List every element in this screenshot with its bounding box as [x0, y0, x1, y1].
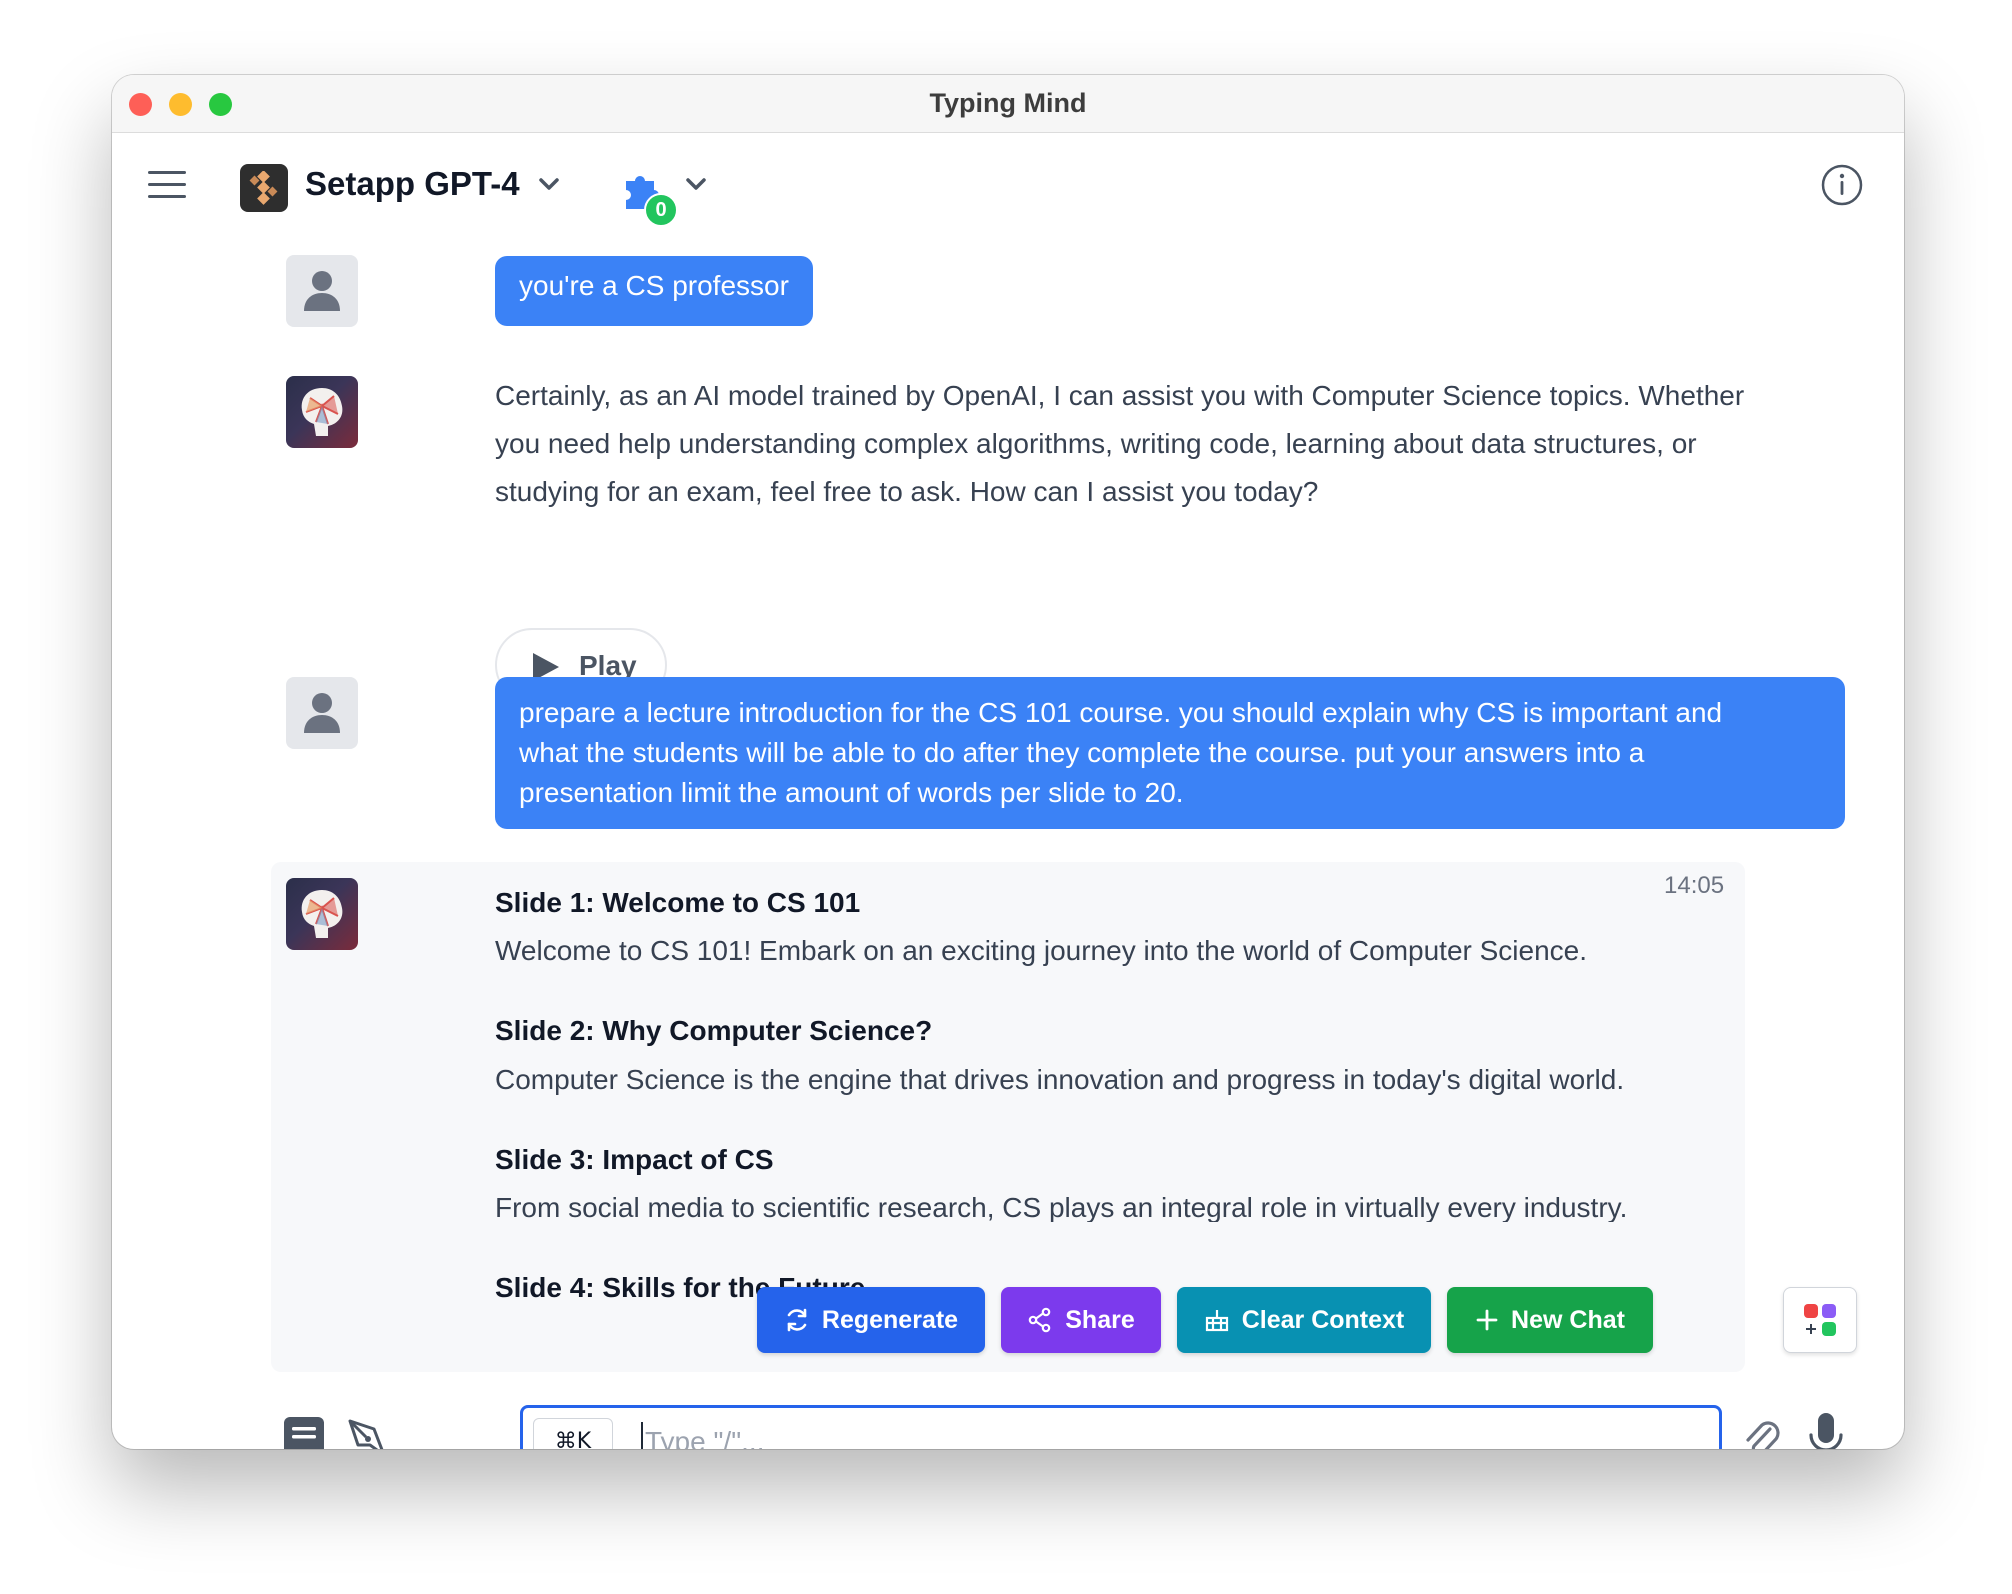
share-label: Share: [1065, 1305, 1135, 1334]
plugin-count-badge: 0: [644, 193, 678, 227]
slide-title: Slide 3: Impact of CS: [495, 1144, 774, 1175]
plus-icon: [1476, 1309, 1498, 1331]
menu-icon[interactable]: [148, 171, 186, 199]
ai-message-line: Certainly, as an AI model trained by Ope…: [495, 380, 1745, 411]
chevron-down-icon[interactable]: [538, 177, 560, 191]
refresh-icon: [787, 1308, 807, 1332]
window-title: Typing Mind: [929, 88, 1087, 118]
model-selector[interactable]: Setapp GPT-4: [305, 165, 520, 203]
title-bar: Typing Mind: [112, 75, 1904, 133]
book-icon[interactable]: [282, 1415, 326, 1449]
paperclip-icon[interactable]: [1740, 1415, 1784, 1449]
slide-body: From social media to scientific research…: [495, 1192, 1628, 1222]
plus-small-icon: [1806, 1324, 1816, 1334]
message-timestamp: 14:05: [1664, 872, 1725, 899]
user-message-line: presentation limit the amount of words p…: [519, 777, 1184, 808]
user-message-bubble: prepare a lecture introduction for the C…: [495, 677, 1845, 829]
user-icon: [304, 693, 340, 733]
info-icon[interactable]: [1820, 163, 1864, 207]
ai-avatar: [286, 376, 358, 448]
shortcut-badge: ⌘K: [533, 1418, 613, 1449]
user-avatar: [286, 255, 358, 327]
user-message-line: what the students will be able to do aft…: [519, 737, 1645, 768]
ai-message-line: studying for an exam, feel free to ask. …: [495, 476, 1319, 507]
pen-icon[interactable]: [344, 1415, 392, 1449]
apps-icon[interactable]: [1783, 1287, 1857, 1353]
regenerate-button[interactable]: Regenerate: [757, 1287, 985, 1353]
new-chat-label: New Chat: [1511, 1305, 1625, 1334]
ai-message-line: you need help understanding complex algo…: [495, 428, 1697, 459]
ai-avatar: [286, 878, 358, 950]
chevron-down-icon[interactable]: [685, 177, 707, 191]
top-bar: Setapp GPT-4 0: [112, 133, 1904, 243]
model-logo-icon[interactable]: [240, 164, 288, 212]
slide-title: Slide 1: Welcome to CS 101: [495, 887, 861, 918]
clear-context-label: Clear Context: [1241, 1305, 1405, 1334]
new-chat-button[interactable]: New Chat: [1447, 1287, 1653, 1353]
slide-body: Welcome to CS 101! Embark on an exciting…: [495, 935, 1588, 966]
slide-body: Computer Science is the engine that driv…: [495, 1064, 1625, 1095]
user-message-bubble: you're a CS professor: [495, 256, 813, 326]
microphone-icon[interactable]: [1806, 1411, 1846, 1449]
ai-brain-icon: [301, 890, 343, 938]
ai-message-text: Certainly, as an AI model trained by Ope…: [495, 372, 1744, 516]
share-icon: [1028, 1307, 1051, 1333]
user-message-line: prepare a lecture introduction for the C…: [519, 697, 1723, 728]
user-avatar: [286, 677, 358, 749]
share-button[interactable]: Share: [1001, 1287, 1161, 1353]
user-icon: [304, 271, 340, 311]
slide-title: Slide 2: Why Computer Science?: [495, 1015, 933, 1046]
broom-icon: [1205, 1310, 1228, 1332]
app-window: Typing Mind Setapp GPT-4 0 you're a CS p…: [112, 75, 1904, 1449]
prompt-input[interactable]: [643, 1418, 1707, 1449]
regenerate-label: Regenerate: [821, 1305, 959, 1334]
prompt-input-box[interactable]: ⌘K: [520, 1405, 1722, 1449]
ai-brain-icon: [301, 388, 343, 436]
clear-context-button[interactable]: Clear Context: [1177, 1287, 1431, 1353]
